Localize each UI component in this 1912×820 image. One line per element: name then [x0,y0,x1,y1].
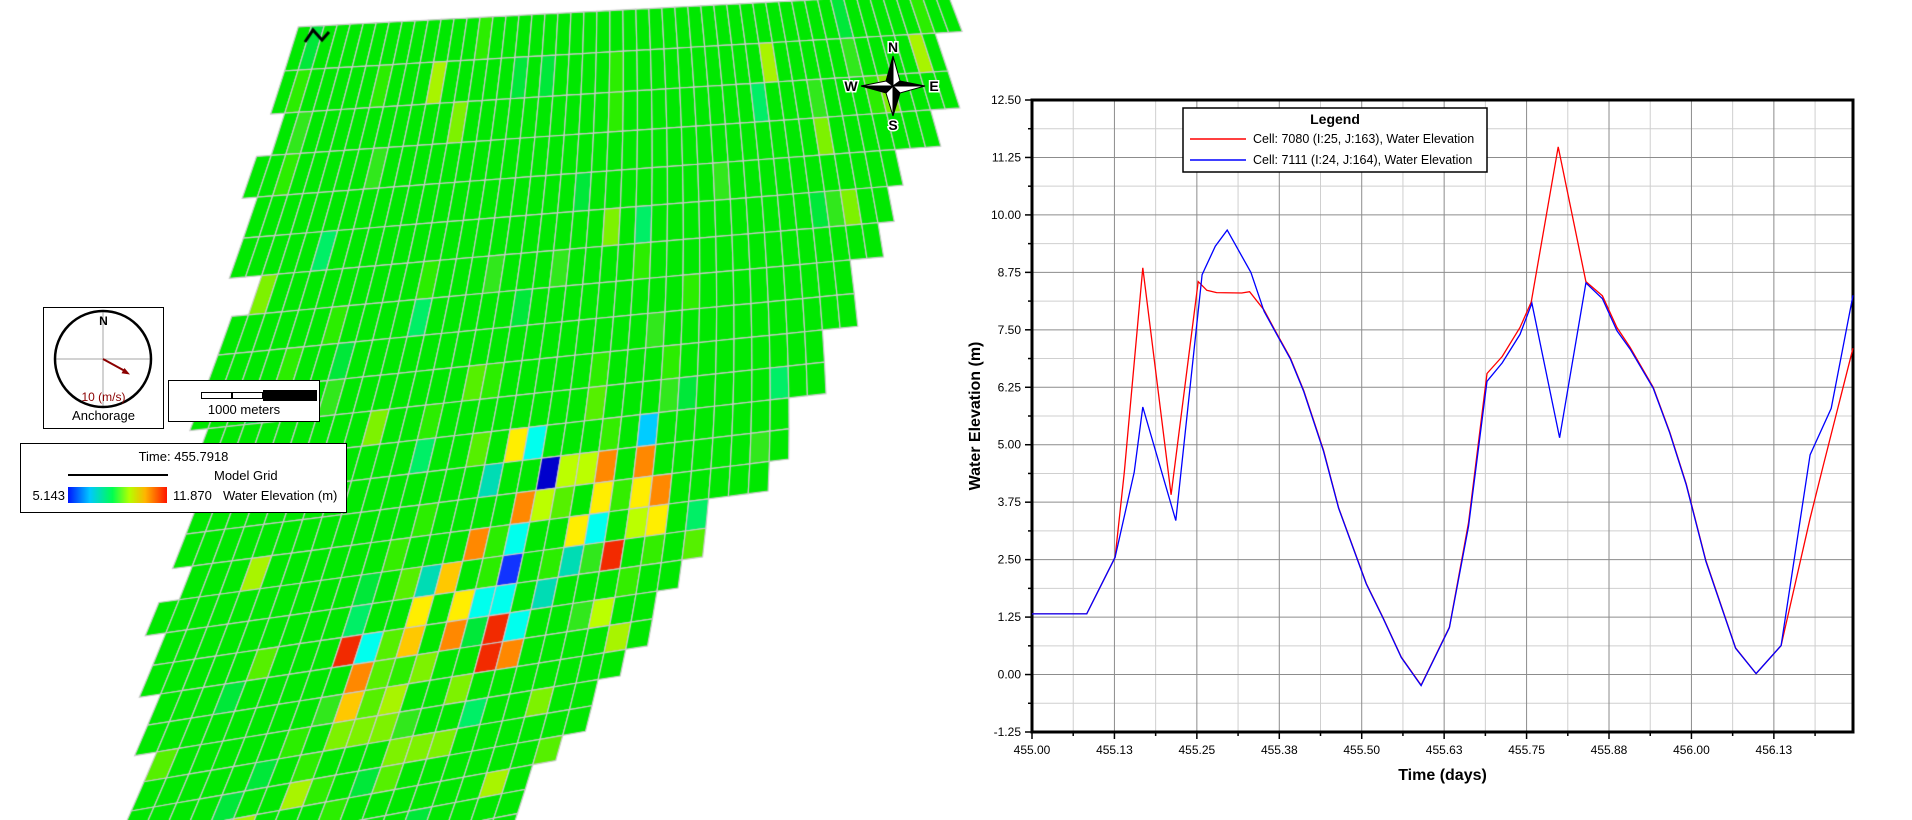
x-tick-label: 455.88 [1591,743,1628,757]
x-axis-title: Time (days) [1398,767,1487,784]
anchorage-current-rose-widget[interactable]: N 10 (m/s) Anchorage [43,307,164,429]
legend-series-label-0: Cell: 7080 (I:25, J:163), Water Elevatio… [1253,132,1474,146]
efdc-model-viewer-window: N S W E N 10 (m/s) Anchorage 1000 meters [0,0,1912,820]
x-tick-label: 455.63 [1426,743,1463,757]
model-grid-label: Model Grid [214,468,278,483]
model-time-label: Time: 455.7918 [21,449,346,464]
chart-legend-title: Legend [1310,111,1360,127]
x-tick-labels: 455.00 455.13 455.25 455.38 455.50 455.63 455.… [1014,743,1793,757]
y-tick-label: 11.25 [992,150,1021,164]
compass-north-label: N [888,39,898,55]
compass-star [861,56,925,116]
compass-west-label: W [844,78,858,94]
scale-segment-1 [201,392,232,399]
scale-bar-label: 1000 meters [169,402,319,417]
x-tick-label: 456.00 [1673,743,1710,757]
map-scale-bar-widget: 1000 meters [168,380,320,422]
colorbar-min-value: 5.143 [21,488,65,503]
x-tick-label: 455.13 [1096,743,1133,757]
map-legend-box: Time: 455.7918 Model Grid 5.143 11.870 W… [20,443,347,513]
rose-north-label: N [44,314,163,328]
chart-minor-gridlines [1032,100,1853,732]
y-tick-labels: 12.50 11.25 10.00 8.75 7.50 6.25 5.00 3.75 2.50 1… [991,93,1021,739]
scale-segment-2 [232,392,263,399]
y-tick-label: 3.75 [998,495,1022,509]
scale-segment-3 [263,390,317,401]
compass-rose-icon: N S W E [833,30,953,142]
compass-south-label: S [888,117,897,133]
y-tick-label: 7.50 [998,323,1022,337]
colorbar-max-value: 11.870 [173,488,212,503]
x-tick-label: 455.38 [1261,743,1298,757]
compass-east-label: E [929,78,938,94]
water-elevation-timeseries-chart[interactable]: 455.00 455.13 455.25 455.38 455.50 455.63 455.… [950,0,1912,820]
y-tick-label: 1.25 [998,610,1022,624]
chart-legend: Legend Cell: 7080 (I:25, J:163), Water El… [1183,108,1487,172]
x-tick-label: 455.75 [1508,743,1545,757]
rose-speed-scale-label: 10 (m/s) [44,390,163,404]
y-tick-label: 5.00 [998,438,1022,452]
x-tick-label: 455.25 [1179,743,1216,757]
y-tick-label: 12.50 [991,93,1021,107]
legend-series-label-1: Cell: 7111 (I:24, J:164), Water Elevatio… [1253,153,1472,167]
chart-ticks [1025,100,1815,739]
y-tick-label: 0.00 [998,668,1022,682]
y-tick-label: -1.25 [994,725,1022,739]
y-tick-label: 10.00 [991,208,1021,222]
y-tick-label: 2.50 [998,553,1022,567]
y-axis-title: Water Elevation (m) [967,342,984,491]
x-tick-label: 455.00 [1014,743,1051,757]
colorbar-parameter-label: Water Elevation (m) [223,488,337,503]
x-tick-label: 456.13 [1756,743,1793,757]
current-vector-arrow [103,359,124,371]
x-tick-label: 455.50 [1343,743,1380,757]
model-grid-line-sample [68,474,168,476]
y-tick-label: 6.25 [998,380,1022,394]
colorbar-gradient [68,487,167,503]
y-tick-label: 8.75 [998,265,1022,279]
station-name-label: Anchorage [44,408,163,423]
